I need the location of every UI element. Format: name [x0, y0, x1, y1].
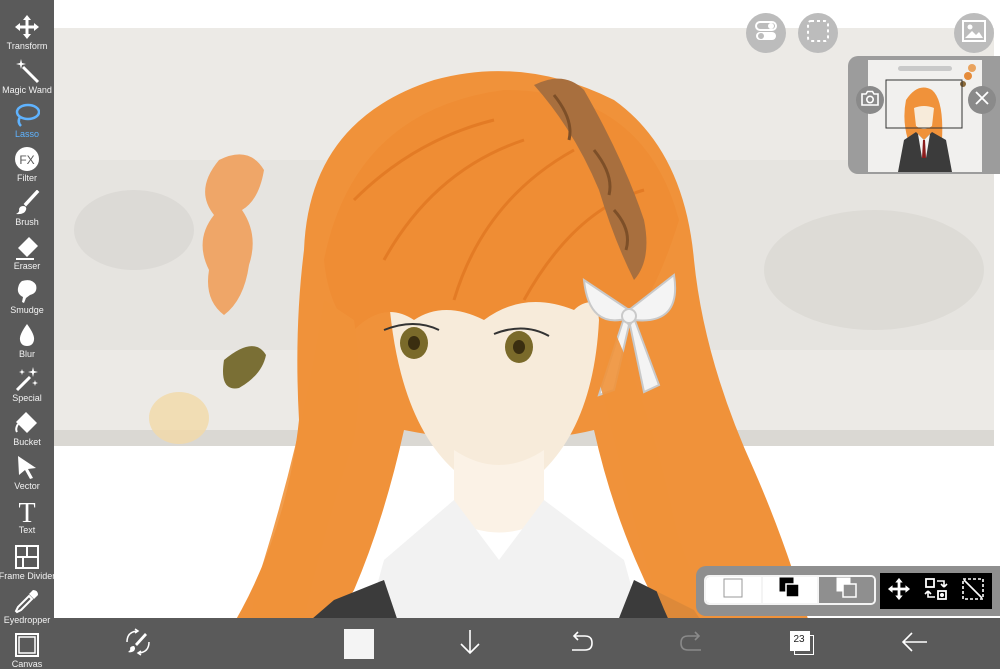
selection-mode-normal-icon — [723, 578, 743, 603]
tool-eraser[interactable]: Eraser — [0, 230, 54, 274]
svg-text:T: T — [18, 498, 35, 525]
tool-special[interactable]: Special — [0, 362, 54, 406]
transform-layer-button[interactable] — [917, 573, 954, 609]
canvas-icon — [13, 631, 41, 659]
tool-magic-wand[interactable]: Magic Wand — [0, 54, 54, 98]
selection-mode-add[interactable] — [760, 577, 818, 603]
color-button[interactable] — [339, 624, 379, 664]
deselect-button[interactable] — [955, 573, 992, 609]
tool-label: Vector — [14, 481, 40, 491]
deselect-icon — [961, 577, 985, 606]
reference-window[interactable] — [848, 56, 1000, 174]
tool-label: Frame Divider — [0, 571, 54, 581]
reference-thumbnail — [868, 60, 982, 172]
toggle-button[interactable] — [746, 13, 786, 53]
tool-vector[interactable]: Vector — [0, 450, 54, 494]
eyedropper-icon — [13, 587, 41, 615]
tool-label: Smudge — [10, 305, 44, 315]
bottom-toolbar: 23 — [54, 618, 1000, 669]
toggle-icon — [755, 20, 777, 47]
fx-icon: FX — [13, 145, 41, 173]
selection-action-group — [880, 573, 992, 609]
brush-swap-icon — [124, 627, 152, 661]
lasso-icon — [13, 101, 41, 129]
close-icon — [974, 90, 990, 111]
layers-button[interactable]: 23 — [783, 624, 823, 664]
selection-button[interactable] — [798, 13, 838, 53]
tool-frame-divider[interactable]: Frame Divider — [0, 540, 54, 584]
tool-transform[interactable]: Transform — [0, 10, 54, 54]
move-icon — [887, 577, 911, 606]
undo-icon — [568, 630, 594, 658]
redo-button[interactable] — [672, 624, 712, 664]
text-icon: T — [13, 497, 41, 525]
transform-layer-icon — [924, 577, 948, 606]
tool-eyedropper[interactable]: Eyedropper — [0, 584, 54, 628]
tool-label: Bucket — [13, 437, 41, 447]
tool-label: Magic Wand — [2, 85, 52, 95]
selection-mode-group — [704, 575, 876, 605]
svg-text:FX: FX — [19, 153, 34, 167]
reference-camera-button[interactable] — [856, 86, 884, 114]
tool-label: Canvas — [11, 659, 43, 669]
tool-label: Brush — [15, 217, 39, 227]
tool-sidebar: Transform Magic Wand Lasso FX Filter Bru… — [0, 0, 54, 669]
bucket-icon — [13, 409, 41, 437]
layer-count: 23 — [793, 634, 805, 645]
tool-label: Eyedropper — [3, 615, 51, 625]
vector-arrow-icon — [13, 453, 41, 481]
smudge-icon — [13, 277, 41, 305]
tool-label: Blur — [18, 349, 35, 359]
tool-canvas[interactable]: Canvas — [0, 628, 54, 669]
selection-mode-panel — [696, 566, 1000, 616]
reference-close-button[interactable] — [968, 86, 996, 114]
tool-filter[interactable]: FX Filter — [0, 142, 54, 186]
tool-label: Lasso — [14, 129, 40, 139]
reference-window-button[interactable] — [954, 13, 994, 53]
image-icon — [962, 19, 986, 47]
tool-bucket[interactable]: Bucket — [0, 406, 54, 450]
tool-label: Text — [18, 525, 36, 535]
tool-lasso[interactable]: Lasso — [0, 98, 54, 142]
tool-smudge[interactable]: Smudge — [0, 274, 54, 318]
tool-label: Transform — [6, 41, 48, 51]
blur-drop-icon — [13, 321, 41, 349]
special-wand-icon — [13, 365, 41, 393]
brush-swap-button[interactable] — [118, 624, 158, 664]
tool-label: Special — [12, 393, 42, 403]
tool-brush[interactable]: Brush — [0, 186, 54, 230]
selection-mode-add-icon — [779, 577, 801, 603]
dashed-selection-icon — [806, 19, 830, 48]
magic-wand-icon — [13, 57, 41, 85]
frame-divider-icon — [13, 543, 41, 571]
tool-blur[interactable]: Blur — [0, 318, 54, 362]
selection-mode-subtract-icon — [836, 577, 858, 603]
tool-label: Filter — [17, 173, 37, 183]
undo-button[interactable] — [561, 624, 601, 664]
eraser-icon — [13, 233, 41, 261]
tool-text[interactable]: T Text — [0, 494, 54, 538]
camera-icon — [861, 90, 879, 111]
move-selection-button[interactable] — [880, 573, 917, 609]
back-arrow-icon — [900, 631, 928, 658]
download-button[interactable] — [450, 624, 490, 664]
down-arrow-icon — [459, 629, 481, 660]
selection-mode-subtract[interactable] — [817, 577, 874, 603]
transform-icon — [13, 13, 41, 41]
brush-icon — [13, 189, 41, 217]
layers-icon: 23 — [790, 631, 816, 657]
color-swatch — [344, 629, 374, 659]
selection-mode-normal[interactable] — [706, 577, 761, 603]
tool-label: Eraser — [13, 261, 41, 271]
redo-icon — [679, 630, 705, 658]
back-button[interactable] — [894, 624, 934, 664]
